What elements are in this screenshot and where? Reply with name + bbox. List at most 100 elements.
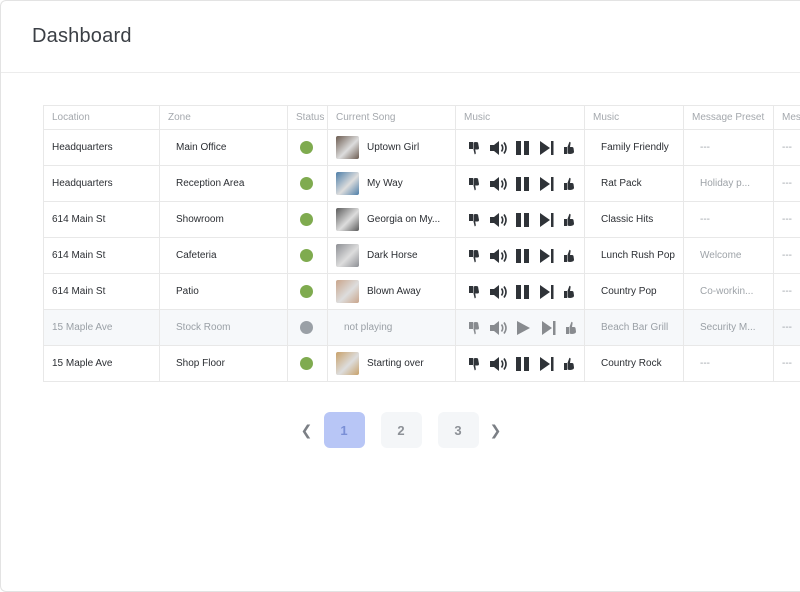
music-controls-cell — [455, 309, 585, 346]
thumbs-up-icon[interactable] — [563, 213, 575, 227]
message-preset-cell[interactable]: Security M... — [683, 309, 774, 346]
music-controls-cell — [455, 201, 585, 238]
column-header-message[interactable]: Mess — [773, 105, 800, 130]
volume-icon[interactable] — [489, 284, 509, 300]
music-controls-cell — [455, 165, 585, 202]
song-title: Blown Away — [367, 286, 421, 297]
zone-cell: Reception Area — [159, 165, 288, 202]
pause-icon[interactable] — [515, 212, 531, 228]
thumbs-down-icon[interactable] — [468, 285, 480, 299]
table-row[interactable]: Headquarters Main Office Uptown Girl Family… — [43, 129, 800, 166]
pagination: ❮ 1 2 3 ❯ — [1, 412, 800, 448]
page-button-2[interactable]: 2 — [380, 412, 422, 448]
message-preset-cell[interactable]: Holiday p... — [683, 165, 774, 202]
thumbs-down-icon[interactable] — [468, 357, 480, 371]
music-cell[interactable]: Rat Pack — [584, 165, 684, 202]
skip-next-icon[interactable] — [539, 176, 555, 192]
table-row[interactable]: 614 Main St Patio Blown Away Country Pop Co-… — [43, 273, 800, 310]
music-cell[interactable]: Classic Hits — [584, 201, 684, 238]
message-cell[interactable]: --- — [773, 309, 800, 346]
status-dot — [300, 249, 313, 262]
status-cell — [287, 201, 328, 238]
music-cell[interactable]: Country Pop — [584, 273, 684, 310]
page-button-3[interactable]: 3 — [437, 412, 479, 448]
thumbs-up-icon[interactable] — [565, 321, 577, 335]
message-cell[interactable]: --- — [773, 129, 800, 166]
pause-icon[interactable] — [515, 284, 531, 300]
volume-icon[interactable] — [489, 356, 509, 372]
message-cell[interactable]: --- — [773, 165, 800, 202]
pause-icon[interactable] — [515, 176, 531, 192]
message-cell[interactable]: --- — [773, 345, 800, 382]
column-header-status[interactable]: Status — [287, 105, 328, 130]
thumbs-up-icon[interactable] — [563, 177, 575, 191]
album-art — [336, 352, 359, 375]
album-art — [336, 208, 359, 231]
status-dot — [300, 285, 313, 298]
thumbs-up-icon[interactable] — [563, 249, 575, 263]
message-preset-cell[interactable]: --- — [683, 201, 774, 238]
page-header: Dashboard — [1, 1, 800, 73]
table-row[interactable]: Headquarters Reception Area My Way Rat Pack… — [43, 165, 800, 202]
skip-next-icon[interactable] — [539, 212, 555, 228]
album-art — [336, 244, 359, 267]
chevron-right-icon[interactable]: ❯ — [487, 412, 505, 448]
column-header-zone[interactable]: Zone — [159, 105, 288, 130]
current-song-cell: Blown Away — [327, 273, 456, 310]
chevron-left-icon[interactable]: ❮ — [298, 412, 316, 448]
page-button-1[interactable]: 1 — [323, 412, 365, 448]
column-header-message-preset[interactable]: Message Preset — [683, 105, 774, 130]
zone-cell: Main Office — [159, 129, 288, 166]
volume-icon[interactable] — [489, 248, 509, 264]
music-cell[interactable]: Country Rock — [584, 345, 684, 382]
thumbs-up-icon[interactable] — [563, 141, 575, 155]
table-row[interactable]: 614 Main St Cafeteria Dark Horse Lunch Rush… — [43, 237, 800, 274]
volume-icon[interactable] — [489, 212, 509, 228]
thumbs-down-icon[interactable] — [468, 321, 480, 335]
volume-icon[interactable] — [489, 176, 509, 192]
zone-cell: Showroom — [159, 201, 288, 238]
table-row[interactable]: 15 Maple Ave Stock Room not playing Beach B… — [43, 309, 800, 346]
volume-icon[interactable] — [489, 320, 509, 336]
music-controls-cell — [455, 237, 585, 274]
thumbs-down-icon[interactable] — [468, 213, 480, 227]
table-row[interactable]: 15 Maple Ave Shop Floor Starting over Count… — [43, 345, 800, 382]
skip-next-icon[interactable] — [539, 140, 555, 156]
column-header-music-controls[interactable]: Music — [455, 105, 585, 130]
status-dot — [300, 213, 313, 226]
thumbs-down-icon[interactable] — [468, 177, 480, 191]
zone-cell: Shop Floor — [159, 345, 288, 382]
column-header-current-song[interactable]: Current Song — [327, 105, 456, 130]
column-header-location[interactable]: Location — [43, 105, 160, 130]
status-cell — [287, 273, 328, 310]
message-cell[interactable]: --- — [773, 201, 800, 238]
skip-next-icon[interactable] — [541, 320, 557, 336]
message-cell[interactable]: --- — [773, 237, 800, 274]
current-song-cell: Starting over — [327, 345, 456, 382]
skip-next-icon[interactable] — [539, 248, 555, 264]
message-preset-cell[interactable]: --- — [683, 129, 774, 166]
column-header-music[interactable]: Music — [584, 105, 684, 130]
music-cell[interactable]: Lunch Rush Pop — [584, 237, 684, 274]
current-song-cell: Uptown Girl — [327, 129, 456, 166]
status-dot — [300, 177, 313, 190]
pause-icon[interactable] — [515, 140, 531, 156]
table-row[interactable]: 614 Main St Showroom Georgia on My... Class… — [43, 201, 800, 238]
play-icon[interactable] — [515, 320, 531, 336]
pause-icon[interactable] — [515, 356, 531, 372]
thumbs-down-icon[interactable] — [468, 141, 480, 155]
message-preset-cell[interactable]: Welcome — [683, 237, 774, 274]
skip-next-icon[interactable] — [539, 356, 555, 372]
message-preset-cell[interactable]: --- — [683, 345, 774, 382]
skip-next-icon[interactable] — [539, 284, 555, 300]
music-cell[interactable]: Family Friendly — [584, 129, 684, 166]
thumbs-up-icon[interactable] — [563, 357, 575, 371]
music-cell[interactable]: Beach Bar Grill — [584, 309, 684, 346]
volume-icon[interactable] — [489, 140, 509, 156]
message-preset-cell[interactable]: Co-workin... — [683, 273, 774, 310]
thumbs-up-icon[interactable] — [563, 285, 575, 299]
message-cell[interactable]: --- — [773, 273, 800, 310]
album-art — [336, 280, 359, 303]
pause-icon[interactable] — [515, 248, 531, 264]
thumbs-down-icon[interactable] — [468, 249, 480, 263]
